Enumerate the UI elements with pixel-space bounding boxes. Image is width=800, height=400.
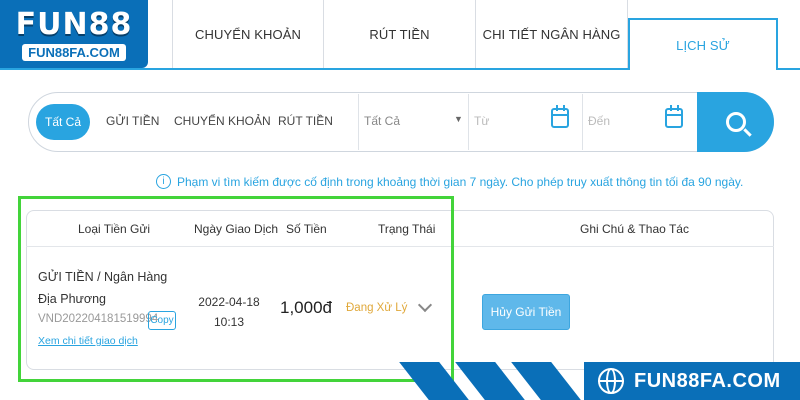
- col-notes-actions: Ghi Chú & Thao Tác: [580, 222, 689, 236]
- filter-type-deposit[interactable]: GỬI TIỀN: [106, 114, 159, 128]
- brand-logo: FUN88 FUN88FA.COM: [0, 0, 148, 68]
- filter-type-all[interactable]: Tất Cả: [36, 104, 90, 140]
- tab-withdraw[interactable]: RÚT TIỀN: [324, 0, 476, 68]
- cancel-deposit-button[interactable]: Hủy Gửi Tiền: [482, 294, 570, 330]
- date-to-input[interactable]: Đến: [588, 114, 610, 128]
- filter-type-transfer[interactable]: CHUYỂN KHOẢN: [174, 114, 271, 128]
- calendar-icon[interactable]: [665, 105, 683, 128]
- search-icon: [725, 112, 746, 132]
- filter-type-withdraw[interactable]: RÚT TIỀN: [278, 114, 333, 128]
- info-icon: i: [156, 174, 171, 189]
- search-button[interactable]: [697, 92, 774, 152]
- logo-main-text: FUN88: [15, 7, 133, 42]
- status-select[interactable]: Tất Cả: [364, 114, 400, 128]
- date-from-input[interactable]: Từ: [474, 114, 489, 128]
- divider: [468, 94, 469, 150]
- watermark-text: FUN88FA.COM: [634, 369, 781, 392]
- info-note: i Phạm vi tìm kiếm được cố định trong kh…: [156, 174, 743, 189]
- caret-down-icon[interactable]: ▼: [454, 114, 463, 124]
- divider: [358, 94, 359, 150]
- watermark-banner: FUN88FA.COM: [584, 362, 800, 400]
- highlight-box: [18, 196, 454, 382]
- tab-bank-details[interactable]: CHI TIẾT NGÂN HÀNG: [476, 0, 628, 68]
- tab-history[interactable]: LỊCH SỬ: [628, 18, 778, 70]
- globe-icon: [598, 368, 624, 394]
- calendar-icon[interactable]: [551, 105, 569, 128]
- logo-sub-text: FUN88FA.COM: [22, 44, 126, 61]
- info-text: Phạm vi tìm kiếm được cố định trong khoả…: [177, 174, 744, 189]
- tab-transfer[interactable]: CHUYỂN KHOẢN: [172, 0, 324, 68]
- divider: [582, 94, 583, 150]
